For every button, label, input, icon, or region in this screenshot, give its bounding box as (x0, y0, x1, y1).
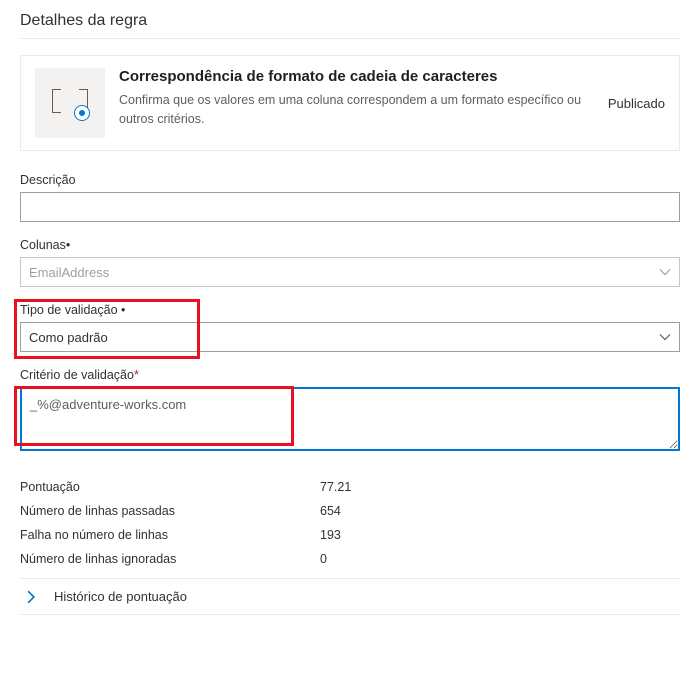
stat-label: Número de linhas passadas (20, 504, 320, 518)
divider (20, 614, 680, 615)
stat-value: 654 (320, 504, 341, 518)
description-field-group: Descrição (20, 173, 680, 222)
chevron-right-icon (24, 590, 38, 604)
stat-row-score: Pontuação 77.21 (20, 480, 680, 494)
stats-section: Pontuação 77.21 Número de linhas passada… (20, 480, 680, 566)
validation-type-label: Tipo de validação • (20, 303, 680, 317)
validation-type-value: Como padrão (29, 330, 108, 345)
chevron-down-icon (659, 331, 671, 343)
status-badge: Publicado (598, 96, 665, 111)
stat-value: 77.21 (320, 480, 351, 494)
score-history-label: Histórico de pontuação (54, 589, 187, 604)
description-input[interactable] (20, 192, 680, 222)
page-title: Detalhes da regra (20, 12, 680, 30)
rule-header-card: Correspondência de formato de cadeia de … (20, 55, 680, 151)
score-history-section[interactable]: Histórico de pontuação (20, 579, 680, 614)
chevron-down-icon (659, 266, 671, 278)
divider (20, 38, 680, 39)
stat-row-ignored: Número de linhas ignoradas 0 (20, 552, 680, 566)
stat-label: Pontuação (20, 480, 320, 494)
columns-value: EmailAddress (29, 265, 109, 280)
stat-row-passed: Número de linhas passadas 654 (20, 504, 680, 518)
rule-icon-container (35, 68, 105, 138)
stat-label: Número de linhas ignoradas (20, 552, 320, 566)
validation-type-select[interactable]: Como padrão (20, 322, 680, 352)
validation-criteria-input[interactable] (20, 387, 680, 451)
columns-select[interactable]: EmailAddress (20, 257, 680, 287)
rule-title: Correspondência de formato de cadeia de … (119, 68, 584, 85)
validation-criteria-label: Critério de validação* (20, 368, 680, 382)
validation-type-field-group: Tipo de validação • Como padrão (20, 303, 680, 352)
columns-field-group: Colunas• EmailAddress (20, 238, 680, 287)
string-format-icon (52, 89, 88, 117)
stat-label: Falha no número de linhas (20, 528, 320, 542)
validation-criteria-field-group: Critério de validação* (20, 368, 680, 454)
columns-label: Colunas• (20, 238, 680, 252)
stat-value: 0 (320, 552, 327, 566)
description-label: Descrição (20, 173, 680, 187)
stat-value: 193 (320, 528, 341, 542)
stat-row-failed: Falha no número de linhas 193 (20, 528, 680, 542)
rule-description: Confirma que os valores em uma coluna co… (119, 91, 584, 129)
